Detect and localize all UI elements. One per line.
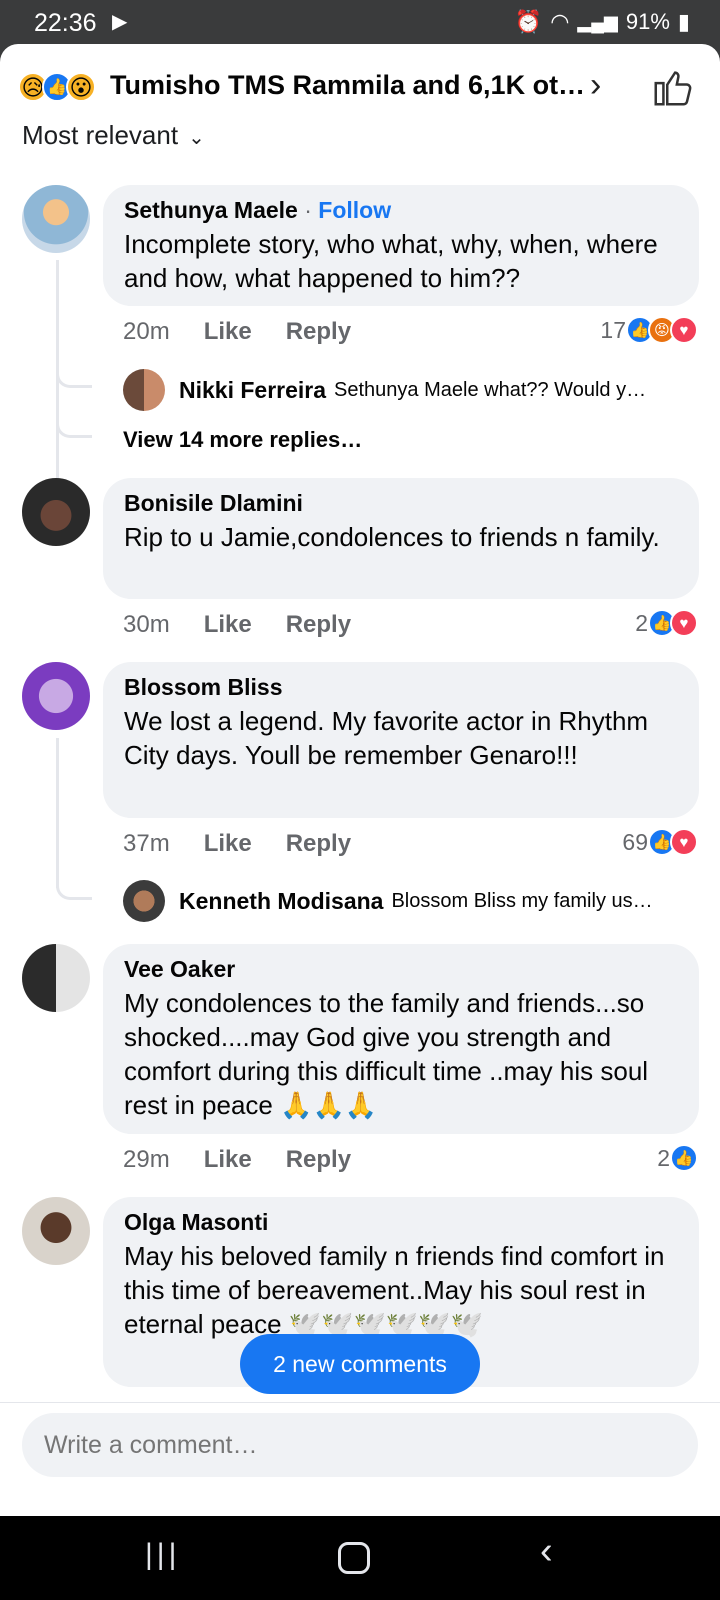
comments-sheet: 😥 👍 😮 Tumisho TMS Rammila and 6,1K ot… ›… <box>0 44 720 1516</box>
status-bar: 22:36 ▶ ⏰ ◠ ▂▄▆ 91% ▮ <box>0 0 720 44</box>
comment-actions: 29m Like Reply <box>123 1146 352 1174</box>
wifi-icon: ◠ <box>550 9 570 34</box>
like-button[interactable]: Like <box>204 830 252 858</box>
comment-author[interactable]: Blossom Bliss <box>124 674 679 700</box>
comment-author[interactable]: Bonisile Dlamini <box>124 490 679 516</box>
play-store-icon: ▶ <box>112 11 128 33</box>
chevron-down-icon: ⌄ <box>188 127 205 149</box>
comment-time: 20m <box>123 318 170 345</box>
comment-text: Rip to u Jamie,condolences to friends n … <box>124 522 660 552</box>
sort-dropdown[interactable]: Most relevant ⌄ <box>22 120 205 151</box>
reply-preview[interactable]: Kenneth Modisana Blossom Bliss my family… <box>123 880 653 922</box>
reaction-count[interactable]: 17 👍 😡 ♥ <box>600 316 698 344</box>
love-icon: ♥ <box>670 609 698 637</box>
reaction-count[interactable]: 2 👍 <box>657 1144 698 1172</box>
alarm-icon: ⏰ <box>514 9 543 34</box>
reply-button[interactable]: Reply <box>286 830 351 858</box>
comment-text: May his beloved family n friends find co… <box>124 1241 665 1339</box>
like-thumb-icon[interactable] <box>650 64 696 110</box>
avatar[interactable] <box>22 185 90 253</box>
comment-actions: 20m Like Reply <box>123 318 351 346</box>
thread-line <box>56 738 59 888</box>
reaction-icons: 😥 👍 😮 <box>18 72 96 102</box>
home-icon[interactable] <box>338 1542 370 1574</box>
like-button[interactable]: Like <box>204 611 252 639</box>
back-icon[interactable]: ‹ <box>540 1530 553 1573</box>
signal-icon: ▂▄▆ <box>577 11 618 32</box>
view-more-replies[interactable]: View 14 more replies… <box>123 427 362 453</box>
comment-actions: 37m Like Reply <box>123 830 352 858</box>
comment-input[interactable] <box>22 1413 698 1477</box>
love-icon: ♥ <box>670 828 698 856</box>
follow-button[interactable]: Follow <box>318 197 391 223</box>
recent-apps-icon[interactable]: ||| <box>145 1538 180 1572</box>
thread-branch <box>56 364 92 388</box>
comment-composer <box>0 1402 720 1516</box>
thread-branch <box>56 876 92 900</box>
avatar[interactable] <box>22 1197 90 1265</box>
comment-bubble[interactable]: Vee Oaker My condolences to the family a… <box>103 944 699 1134</box>
avatar[interactable] <box>22 662 90 730</box>
like-button[interactable]: Like <box>204 1146 252 1174</box>
battery-text: 91% <box>625 9 670 34</box>
android-nav-bar: ||| ‹ <box>0 1516 720 1600</box>
avatar[interactable] <box>22 478 90 546</box>
like-button[interactable]: Like <box>204 318 252 346</box>
comment-text: We lost a legend. My favorite actor in R… <box>124 706 649 770</box>
comment-actions: 30m Like Reply <box>123 611 352 639</box>
comment-author[interactable]: Vee Oaker <box>124 956 679 982</box>
status-icons: ⏰ ◠ ▂▄▆ 91% ▮ <box>515 9 690 35</box>
reaction-count[interactable]: 69 👍 ♥ <box>622 828 698 856</box>
reactions-header[interactable]: 😥 👍 😮 Tumisho TMS Rammila and 6,1K ot… › <box>0 44 720 124</box>
comment-author[interactable]: Olga Masonti <box>124 1209 679 1235</box>
avatar <box>123 369 165 411</box>
comment-author[interactable]: Sethunya Maele <box>124 197 298 223</box>
battery-icon: ▮ <box>677 9 690 34</box>
chevron-right-icon[interactable]: › <box>590 66 601 105</box>
reaction-count[interactable]: 2 👍 ♥ <box>635 609 698 637</box>
comment-text: Incomplete story, who what, why, when, w… <box>124 229 658 293</box>
avatar[interactable] <box>22 944 90 1012</box>
reactors-title[interactable]: Tumisho TMS Rammila and 6,1K ot… <box>110 70 585 101</box>
love-icon: ♥ <box>670 316 698 344</box>
reply-preview[interactable]: Nikki Ferreira Sethunya Maele what?? Wou… <box>123 369 646 411</box>
status-time: 22:36 <box>34 9 97 37</box>
comment-bubble[interactable]: Sethunya Maele · Follow Incomplete story… <box>103 185 699 306</box>
reply-button[interactable]: Reply <box>286 318 351 346</box>
comment-bubble[interactable]: Blossom Bliss We lost a legend. My favor… <box>103 662 699 818</box>
reply-button[interactable]: Reply <box>286 611 351 639</box>
comment-text: My condolences to the family and friends… <box>124 988 649 1120</box>
reply-button[interactable]: Reply <box>286 1146 351 1174</box>
wow-reaction-icon: 😮 <box>66 72 96 102</box>
comment-bubble[interactable]: Bonisile Dlamini Rip to u Jamie,condolen… <box>103 478 699 599</box>
avatar <box>123 880 165 922</box>
thread-branch <box>56 414 92 438</box>
sort-label: Most relevant <box>22 120 179 150</box>
new-comments-button[interactable]: 2 new comments <box>240 1334 480 1394</box>
like-icon: 👍 <box>670 1144 698 1172</box>
